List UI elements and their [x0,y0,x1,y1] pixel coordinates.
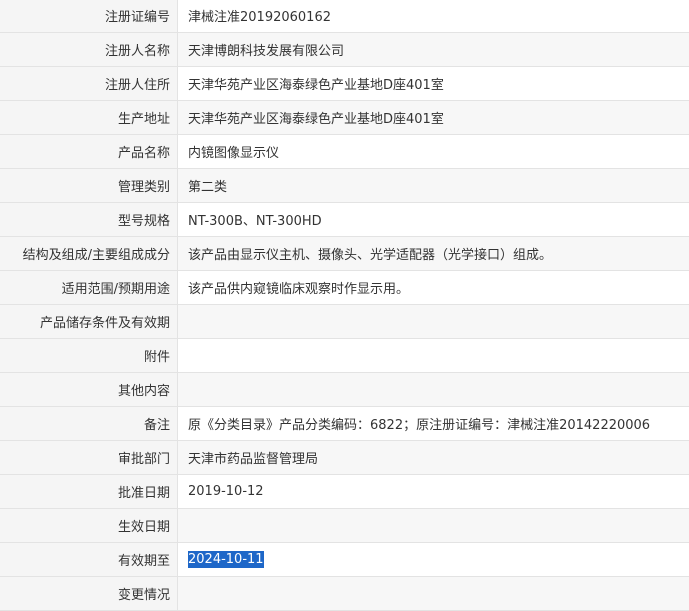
row-label: 适用范围/预期用途 [0,271,178,305]
table-row: 生产地址 天津华苑产业区海泰绿色产业基地D座401室 [0,101,689,135]
row-label: 生效日期 [0,509,178,543]
row-label: 注册人住所 [0,67,178,101]
row-label: 有效期至 [0,543,178,577]
row-label: 生产地址 [0,101,178,135]
row-value: 该产品供内窥镜临床观察时作显示用。 [178,271,689,305]
row-value: 该产品由显示仪主机、摄像头、光学适配器（光学接口）组成。 [178,237,689,271]
row-label: 备注 [0,407,178,441]
row-label: 审批部门 [0,441,178,475]
table-row: 有效期至 2024-10-11 [0,543,689,577]
row-value: 天津市药品监督管理局 [178,441,689,475]
row-value [178,373,689,407]
row-value: 天津华苑产业区海泰绿色产业基地D座401室 [178,101,689,135]
selected-text[interactable]: 2024-10-11 [188,551,264,568]
row-value: 2024-10-11 [178,543,689,577]
table-row: 备注 原《分类目录》产品分类编码：6822；原注册证编号：津械注准2014222… [0,407,689,441]
table-row: 注册证编号 津械注准20192060162 [0,0,689,33]
table-row: 审批部门 天津市药品监督管理局 [0,441,689,475]
row-value [178,577,689,611]
row-value: 2019-10-12 [178,475,689,509]
row-value: 原《分类目录》产品分类编码：6822；原注册证编号：津械注准2014222000… [178,407,689,441]
row-label: 产品储存条件及有效期 [0,305,178,339]
row-label: 注册证编号 [0,0,178,33]
table-row: 注册人住所 天津华苑产业区海泰绿色产业基地D座401室 [0,67,689,101]
row-label: 结构及组成/主要组成成分 [0,237,178,271]
table-row: 适用范围/预期用途 该产品供内窥镜临床观察时作显示用。 [0,271,689,305]
row-value: 津械注准20192060162 [178,0,689,33]
row-label: 型号规格 [0,203,178,237]
row-value [178,339,689,373]
row-value: 内镜图像显示仪 [178,135,689,169]
table-row: 产品名称 内镜图像显示仪 [0,135,689,169]
row-value: 天津博朗科技发展有限公司 [178,33,689,67]
row-value [178,509,689,543]
table-row: 型号规格 NT-300B、NT-300HD [0,203,689,237]
row-value: NT-300B、NT-300HD [178,203,689,237]
row-label: 注册人名称 [0,33,178,67]
row-label: 变更情况 [0,577,178,611]
row-label: 附件 [0,339,178,373]
table-row: 管理类别 第二类 [0,169,689,203]
row-value: 天津华苑产业区海泰绿色产业基地D座401室 [178,67,689,101]
row-label: 其他内容 [0,373,178,407]
table-row: 结构及组成/主要组成成分 该产品由显示仪主机、摄像头、光学适配器（光学接口）组成… [0,237,689,271]
row-label: 产品名称 [0,135,178,169]
table-row: 注册人名称 天津博朗科技发展有限公司 [0,33,689,67]
row-label: 批准日期 [0,475,178,509]
row-value [178,305,689,339]
row-value: 第二类 [178,169,689,203]
registration-table: 注册证编号 津械注准20192060162 注册人名称 天津博朗科技发展有限公司… [0,0,689,611]
table-row: 附件 [0,339,689,373]
table-row: 产品储存条件及有效期 [0,305,689,339]
table-row: 批准日期 2019-10-12 [0,475,689,509]
row-label: 管理类别 [0,169,178,203]
table-row: 生效日期 [0,509,689,543]
table-row: 变更情况 [0,577,689,611]
table-row: 其他内容 [0,373,689,407]
